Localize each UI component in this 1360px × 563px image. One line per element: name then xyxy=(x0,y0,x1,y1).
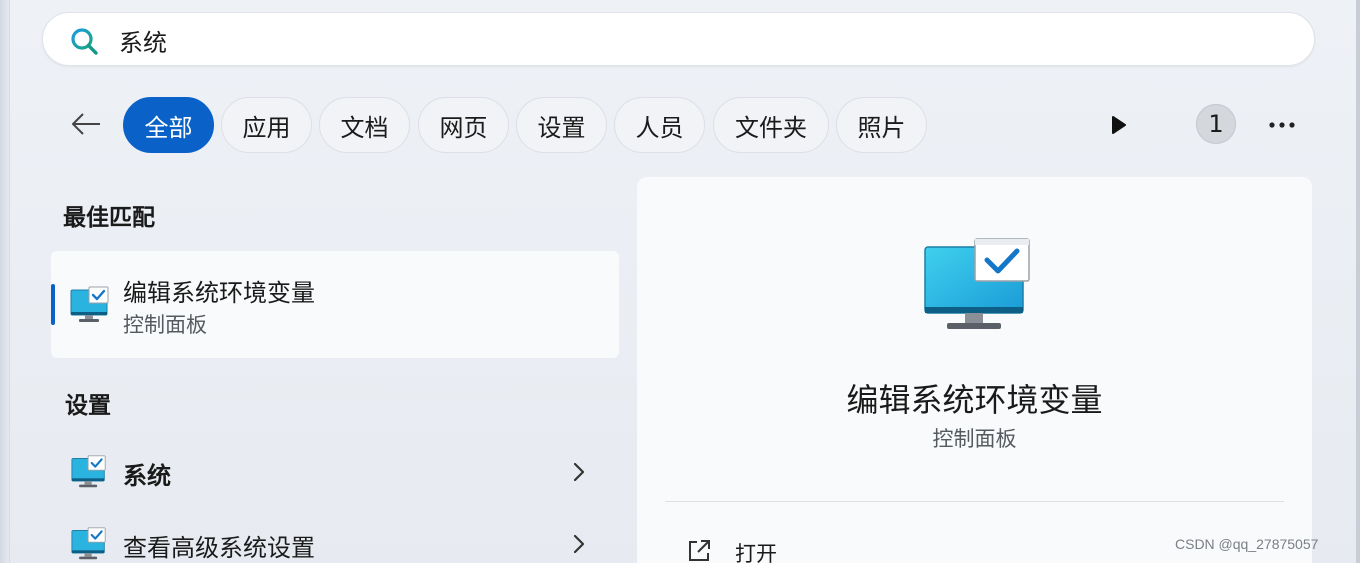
filter-chip-documents[interactable]: 文档 xyxy=(319,97,410,153)
more-filters-button[interactable] xyxy=(1102,110,1136,140)
divider xyxy=(665,501,1284,502)
filter-chip-settings[interactable]: 设置 xyxy=(516,97,607,153)
filter-chip-all[interactable]: 全部 xyxy=(123,97,214,153)
filter-chip-web[interactable]: 网页 xyxy=(418,97,509,153)
background-window-edge xyxy=(0,0,10,563)
play-icon xyxy=(1112,116,1126,134)
settings-item-system[interactable]: 系统 xyxy=(51,444,619,500)
settings-item-label: 查看高级系统设置 xyxy=(123,534,315,562)
search-window: 全部 应用 文档 网页 设置 人员 文件夹 照片 1 最佳匹配 xyxy=(0,0,1360,563)
settings-heading: 设置 xyxy=(65,393,111,419)
chevron-right-icon xyxy=(573,534,585,554)
selection-indicator xyxy=(51,284,55,325)
system-monitor-icon xyxy=(71,454,107,494)
preview-title: 编辑系统环境变量 xyxy=(846,381,1103,419)
back-arrow-icon xyxy=(72,113,100,135)
watermark: CSDN @qq_27875057 xyxy=(1175,536,1319,552)
preview-pane: 编辑系统环境变量 控制面板 打开 xyxy=(637,177,1312,563)
settings-item-label: 系统 xyxy=(123,462,171,490)
system-monitor-icon xyxy=(923,237,1033,341)
best-match-result[interactable]: 编辑系统环境变量 控制面板 xyxy=(51,251,619,358)
filter-chip-people[interactable]: 人员 xyxy=(614,97,705,153)
filter-chip-folders[interactable]: 文件夹 xyxy=(713,97,829,153)
search-bar[interactable] xyxy=(42,12,1315,66)
open-label: 打开 xyxy=(735,542,777,563)
scrollbar-edge xyxy=(1356,0,1360,563)
back-button[interactable] xyxy=(66,106,106,142)
chevron-right-icon xyxy=(573,462,585,482)
settings-item-advanced-system[interactable]: 查看高级系统设置 xyxy=(51,516,619,563)
open-button[interactable]: 打开 xyxy=(677,533,877,563)
filter-chip-apps[interactable]: 应用 xyxy=(221,97,312,153)
best-match-heading: 最佳匹配 xyxy=(63,205,155,231)
filter-chip-photos[interactable]: 照片 xyxy=(836,97,927,153)
search-icon xyxy=(71,28,98,55)
result-title: 编辑系统环境变量 xyxy=(123,279,315,307)
system-monitor-icon xyxy=(71,526,107,563)
open-external-icon xyxy=(689,540,710,561)
search-input[interactable] xyxy=(119,23,1269,57)
result-subtitle: 控制面板 xyxy=(123,313,207,337)
system-monitor-icon xyxy=(70,285,110,329)
more-options-button[interactable] xyxy=(1262,110,1302,140)
ellipsis-icon xyxy=(1269,122,1295,128)
count-badge[interactable]: 1 xyxy=(1196,104,1236,144)
preview-subtitle: 控制面板 xyxy=(932,427,1017,451)
